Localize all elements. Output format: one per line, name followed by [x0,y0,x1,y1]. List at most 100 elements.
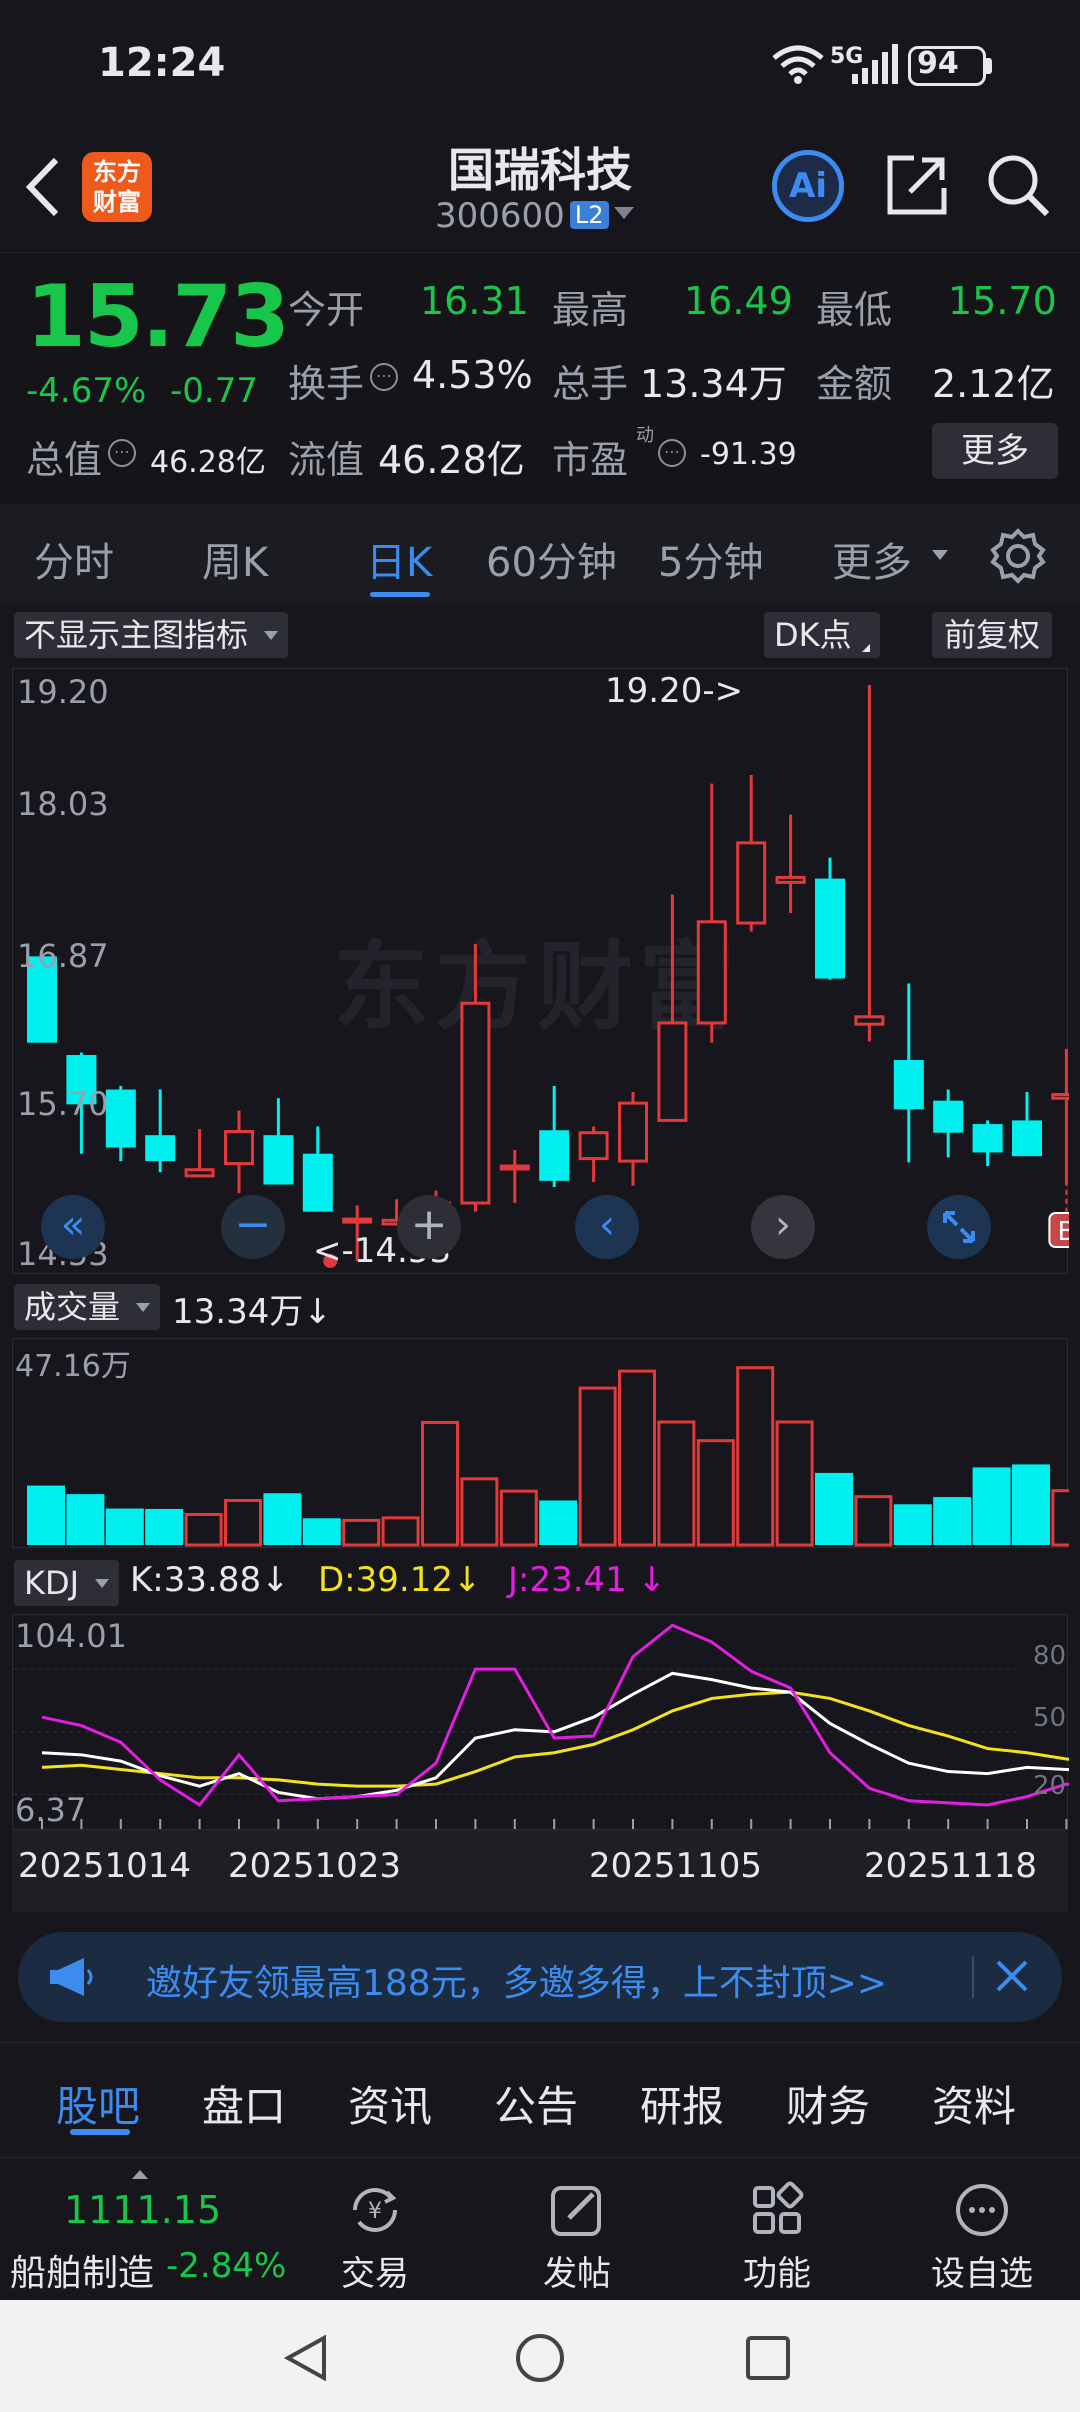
first-page-button[interactable]: « [41,1195,105,1259]
watchlist-button[interactable]: 设自选 [912,2180,1052,2294]
amount-value: 2.12亿 [932,362,1055,406]
close-icon[interactable] [990,1954,1034,1998]
volume-bar [893,1504,932,1545]
logo-line-1: 东方 [93,158,141,186]
tab-financials[interactable]: 财务 [786,2073,870,2134]
volume-bar [105,1508,144,1545]
date-axis: 20251014 20251023 20251105 20251118 [12,1830,1068,1912]
volume-selector-label: 成交量 [24,1288,121,1326]
volume-chart[interactable]: 47.16万 [12,1338,1069,1548]
date-label: 20251118 [864,1846,1038,1886]
kdj-chart[interactable]: 104.01 6.37 80 50 20 [12,1614,1069,1830]
candle-body [263,1135,294,1185]
tab-news[interactable]: 资讯 [348,2073,432,2134]
volume-bar [854,1495,893,1547]
function-button[interactable]: 功能 [722,2180,832,2294]
kdj-level-label: 80 [1033,1641,1067,1671]
post-button[interactable]: 发帖 [522,2180,632,2294]
volume-bar [775,1420,814,1547]
candle-body [775,875,806,884]
tab-daily[interactable]: 日K [366,530,432,588]
float-value: 46.28亿 [378,438,525,482]
period-tabs: 分时 周K 日K 60分钟 5分钟 更多 [0,504,1080,604]
volume-bar [66,1494,105,1545]
wifi-icon [770,44,826,84]
tab-orderbook[interactable]: 盘口 [202,2073,286,2134]
tab-research[interactable]: 研报 [640,2073,724,2134]
indicator-toggle[interactable]: 不显示主图指标 [14,612,289,658]
volume-bar [736,1366,775,1547]
zoom-out-button[interactable]: − [221,1195,285,1259]
gear-icon[interactable] [990,528,1046,584]
candle-body [145,1135,176,1162]
volume-value-text: 13.34万 [172,1292,304,1332]
kdj-selector[interactable]: KDJ [14,1560,120,1606]
tab-60min[interactable]: 60分钟 [486,530,617,588]
nav-back-icon[interactable] [280,2332,332,2384]
bottom-toolbar: 1111.15 船舶制造 -2.84% ¥ 交易 发帖 功能 设自选 [0,2160,1080,2300]
tab-weekly[interactable]: 周K [202,530,268,588]
ai-button[interactable]: Ai [772,150,844,222]
date-label: 20251105 [589,1846,763,1886]
prev-button[interactable]: ‹ [575,1195,639,1259]
next-button[interactable]: › [751,1195,815,1259]
sector-change: -2.84% [166,2246,287,2286]
function-label: 功能 [743,2254,811,2294]
tab-active-underline [70,2129,130,2135]
corner-caret-icon [861,644,870,652]
search-icon[interactable] [985,152,1053,220]
info-icon[interactable]: ⋯ [370,363,398,391]
volume-bar [815,1472,853,1545]
nav-home-icon[interactable] [514,2332,566,2384]
low-value: 15.70 [948,279,1057,323]
tab-more[interactable]: 更多 [832,530,912,588]
volume-bar [421,1420,459,1547]
trade-button[interactable]: ¥ 交易 [320,2180,430,2294]
tab-announcements[interactable]: 公告 [494,2073,578,2134]
tab-5min[interactable]: 5分钟 [658,530,763,588]
kdj-max-label: 104.01 [15,1617,127,1655]
low-label: 最低 [816,288,893,332]
candle-body [972,1124,1003,1153]
adjust-button[interactable]: 前复权 [932,612,1053,658]
dk-point-label: DK点 [774,616,852,654]
tab-intraday[interactable]: 分时 [34,530,114,588]
tab-guba[interactable]: 股吧 [56,2073,140,2134]
share-icon[interactable] [884,152,950,218]
down-arrow-icon: ↓ [637,1560,667,1600]
zoom-in-button[interactable]: + [397,1195,461,1259]
more-button[interactable]: 更多 [932,423,1058,479]
volume-bar [933,1497,972,1545]
float-label: 流值 [288,438,365,482]
turnover-value: 4.53% [412,353,533,397]
app-logo: 东方 财富 [82,152,152,222]
divider [972,1956,974,1998]
nav-recents-icon[interactable] [744,2334,792,2382]
sector-index[interactable]: 1111.15 [64,2188,221,2232]
fullscreen-button[interactable] [927,1195,991,1259]
volume-bar [499,1489,538,1547]
kdj-selector-label: KDJ [24,1564,80,1602]
info-icon[interactable]: ⋯ [658,439,686,467]
last-price: 15.73 [26,267,290,367]
expand-icon [943,1211,975,1243]
candle-body [933,1100,964,1133]
logo-line-2: 财富 [93,188,141,216]
signal-icon [850,44,898,86]
buy-signal-text: B [1057,1217,1069,1247]
caret-down-icon [932,550,948,560]
kdj-k-text: K:33.88 [130,1560,262,1600]
dk-point-button[interactable]: DK点 [764,612,880,658]
stock-code-row[interactable]: 300600 L2 [435,196,655,240]
trade-label: 交易 [341,2254,409,2294]
promo-banner[interactable]: 邀好友领最高188元，多邀多得，上不封顶>> [18,1932,1062,2022]
back-icon[interactable] [18,152,68,222]
info-icon[interactable]: ⋯ [108,439,136,467]
tab-profile[interactable]: 资料 [932,2073,1016,2134]
sector-name[interactable]: 船舶制造 [10,2244,154,2296]
kdj-j-value: J:23.41 ↓ [508,1560,666,1600]
volume-bar [1012,1464,1050,1545]
volume-selector[interactable]: 成交量 [14,1284,161,1330]
candle-body [815,878,845,979]
candlestick-chart[interactable]: 东方财富 BBS 19.20 18.03 16.87 15.70 14.53 1… [12,668,1069,1274]
